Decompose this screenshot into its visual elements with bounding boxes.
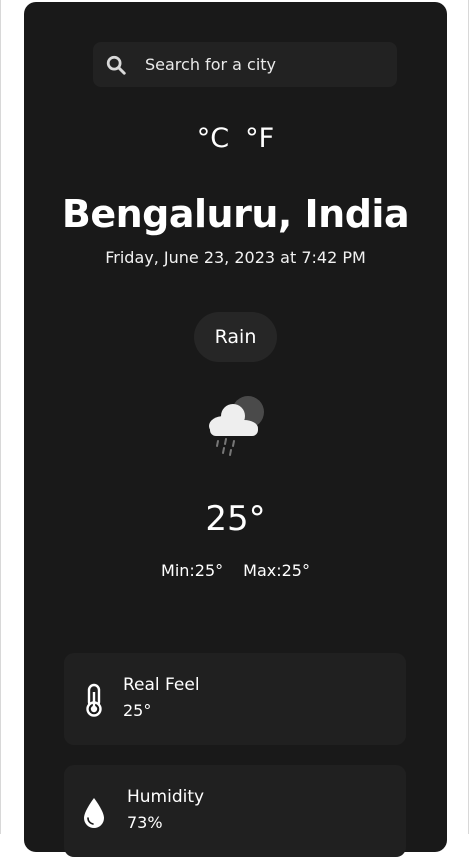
real-feel-label: Real Feel: [123, 675, 200, 695]
weather-card: °C °F Bengaluru, India Friday, June 23, …: [24, 2, 447, 857]
real-feel-value: 25°: [123, 701, 152, 720]
thermometer-icon: [86, 683, 102, 717]
current-temperature: 25°: [205, 499, 266, 539]
search-icon[interactable]: [105, 54, 127, 76]
humidity-card: Humidity 73%: [64, 765, 406, 857]
city-name: Bengaluru, India: [61, 192, 410, 236]
unit-toggle: °C °F: [24, 123, 447, 154]
fahrenheit-button[interactable]: °F: [245, 123, 274, 154]
water-drop-icon: [84, 798, 104, 828]
celsius-button[interactable]: °C: [197, 123, 229, 154]
min-max-temperature: Min:25° Max:25°: [24, 561, 447, 580]
humidity-value: 73%: [127, 813, 163, 832]
condition-label: Rain: [214, 326, 257, 348]
date-time: Friday, June 23, 2023 at 7:42 PM: [105, 248, 366, 267]
search-input[interactable]: [143, 54, 387, 75]
condition-badge: Rain: [194, 312, 277, 362]
real-feel-card: Real Feel 25°: [64, 653, 406, 745]
max-temperature: Max:25°: [243, 561, 310, 580]
rain-cloud-moon-icon: [209, 396, 264, 456]
min-temperature: Min:25°: [161, 561, 224, 580]
humidity-label: Humidity: [127, 787, 205, 807]
search-bar[interactable]: [93, 42, 397, 87]
